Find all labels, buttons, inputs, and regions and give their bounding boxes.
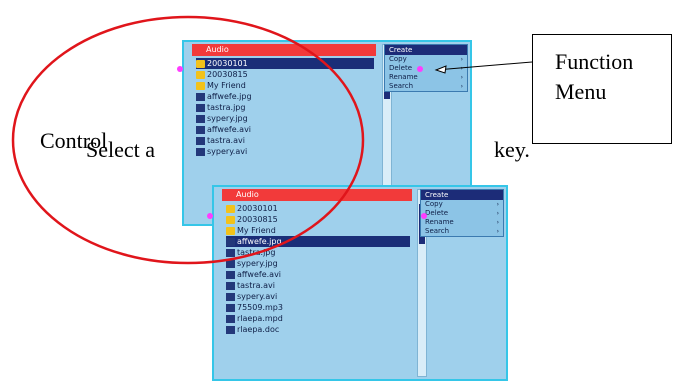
callout-pointer-arrow-icon — [434, 65, 447, 74]
annotation-layer — [11, 15, 533, 265]
highlight-ellipse — [11, 15, 365, 265]
callout-pointer-line — [435, 61, 533, 71]
